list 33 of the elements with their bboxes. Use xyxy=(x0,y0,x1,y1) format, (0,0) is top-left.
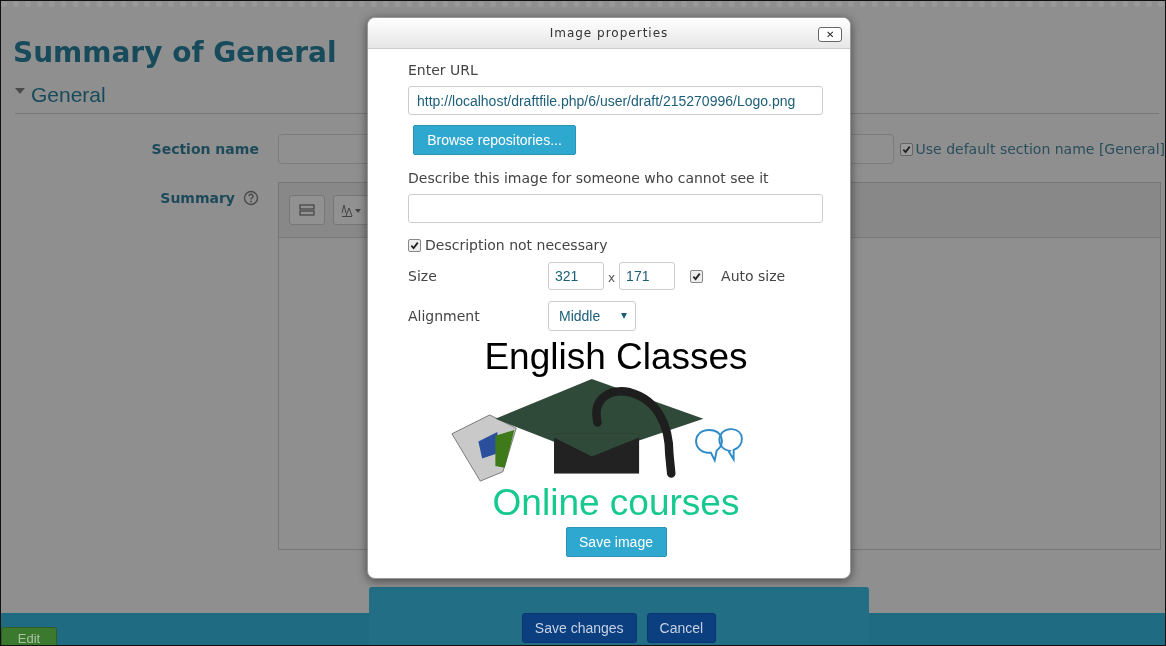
close-button[interactable]: ✕ xyxy=(818,27,842,42)
toolbar-toggle-button[interactable] xyxy=(289,195,325,225)
field-label: Enter URL xyxy=(408,62,478,78)
caret-icon xyxy=(621,313,627,319)
field-label: Describe this image for someone who cannot see it xyxy=(408,170,769,186)
checkbox[interactable] xyxy=(408,238,421,252)
checkbox-label: Description not necessary xyxy=(425,237,608,253)
field-label: Size xyxy=(408,268,438,284)
toolbar-rows-icon xyxy=(299,204,315,216)
url-field[interactable]: http://localhost/draftfile.php/6/user/draft/215270996/Logo.png xyxy=(408,86,823,115)
height-field[interactable]: 171 xyxy=(619,262,676,290)
logo-subtitle: Online courses xyxy=(492,483,740,523)
alignment-dropdown[interactable]: Middle xyxy=(548,301,636,331)
checkbox-label: Auto size xyxy=(721,268,786,284)
logo-title: English Classes xyxy=(484,335,748,379)
checkbox[interactable] xyxy=(690,269,704,283)
collapse-triangle-icon[interactable] xyxy=(15,88,25,94)
description-field[interactable] xyxy=(408,194,823,223)
page-title: Summary of General xyxy=(13,35,337,71)
font-style-icon xyxy=(340,203,362,217)
form-button[interactable]: Save changes xyxy=(521,613,637,643)
form-button[interactable]: Cancel xyxy=(646,613,717,643)
checkbox-label: Use default section name [General] xyxy=(915,141,1165,157)
field-label: Section name xyxy=(150,141,259,157)
font-style-button[interactable] xyxy=(333,195,369,225)
dialog-title: Image properties xyxy=(549,26,669,40)
size-separator: x xyxy=(608,271,616,285)
field-label: Alignment xyxy=(408,308,481,324)
checkbox[interactable] xyxy=(899,142,913,156)
width-field[interactable]: 321 xyxy=(548,262,604,290)
field-label: Summary xyxy=(160,190,235,206)
section-heading: General xyxy=(31,83,106,107)
help-icon[interactable] xyxy=(243,190,259,206)
